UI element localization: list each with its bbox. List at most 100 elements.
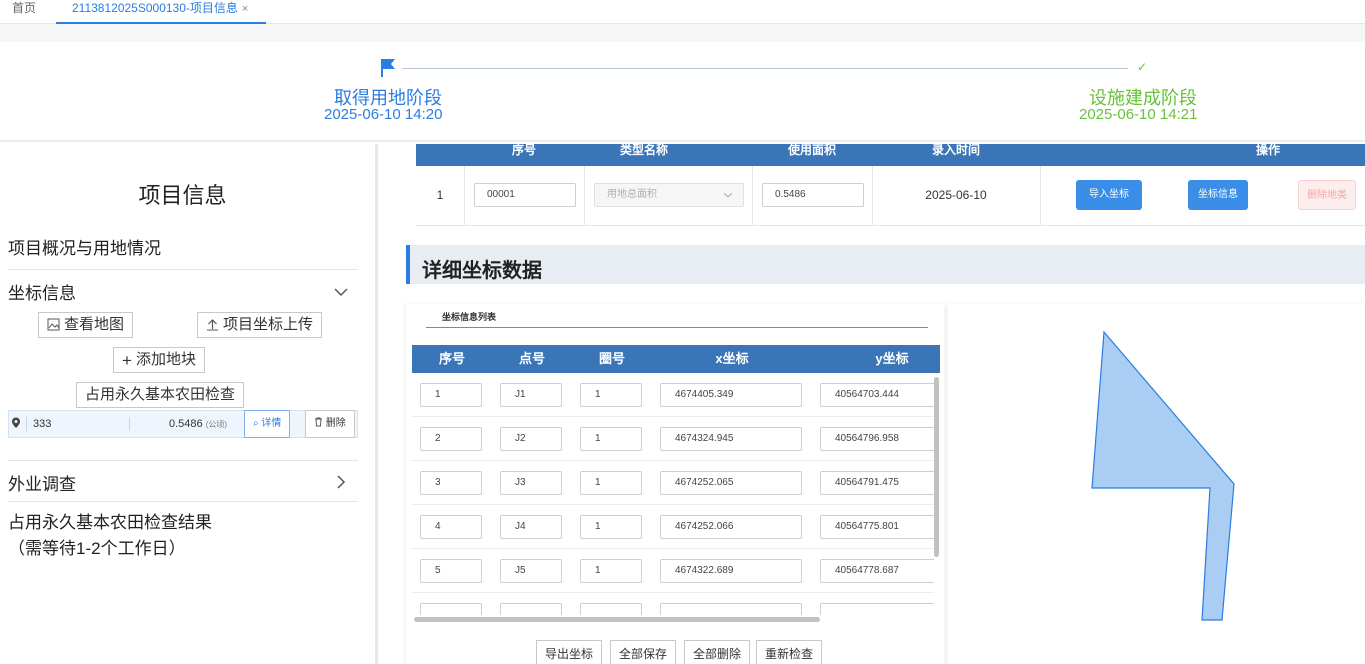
search-icon: ⌕ [253, 418, 259, 429]
upload-coords-label: 项目坐标上传 [223, 316, 314, 333]
type-select[interactable]: 用地总面积 [594, 183, 744, 207]
point-input[interactable] [500, 603, 562, 615]
point-input[interactable]: J3 [500, 471, 562, 495]
section-coords[interactable]: 坐标信息 [8, 279, 76, 304]
flag-icon [381, 59, 395, 77]
ring-input[interactable]: 1 [580, 383, 642, 407]
y-input[interactable]: 40564703.444 [820, 383, 934, 407]
x-input[interactable]: 4674405.349 [660, 383, 802, 407]
point-input[interactable]: J2 [500, 427, 562, 451]
farmland-check-button[interactable]: 占用永久基本农田检查 [76, 382, 245, 408]
plot-polygon[interactable] [1091, 330, 1235, 621]
y-input[interactable] [820, 603, 934, 615]
x-input[interactable] [660, 603, 802, 615]
divider [426, 327, 928, 328]
ring-input[interactable]: 1 [580, 559, 642, 583]
col-area: 使用面积 [787, 144, 836, 157]
y-input[interactable]: 40564796.958 [820, 427, 934, 451]
land-type-table-header: 序号 类型名称 使用面积 录入时间 操作 [416, 144, 1365, 166]
add-plot-button[interactable]: + 添加地块 [113, 347, 205, 373]
index-input[interactable]: 4 [420, 515, 482, 539]
chevron-down-icon [723, 192, 733, 198]
plot-area-unit: (公顷) [205, 420, 228, 429]
divider [464, 166, 465, 226]
y-input[interactable]: 40564778.687 [820, 559, 934, 583]
plot-polygon-map [1091, 330, 1235, 621]
x-input[interactable]: 4674322.689 [660, 559, 802, 583]
divider [129, 417, 130, 431]
point-input[interactable]: J4 [500, 515, 562, 539]
index-input[interactable]: 5 [420, 559, 482, 583]
x-input[interactable]: 4674252.066 [660, 515, 802, 539]
plot-name: 333 [33, 418, 52, 430]
coords-info-button[interactable]: 坐标信息 [1188, 180, 1248, 210]
index-input[interactable] [420, 603, 482, 615]
table-row: 1 J1 1 4674405.349 40564703.444 [412, 373, 934, 417]
coords-table-header: 序号 点号 圈号 x坐标 y坐标 [412, 345, 940, 373]
y-input[interactable]: 40564775.801 [820, 515, 934, 539]
export-coords-button[interactable]: 导出坐标 [536, 640, 603, 664]
type-select-value: 用地总面积 [607, 189, 657, 200]
tab-home[interactable]: 首页 [12, 0, 36, 24]
coords-table-body[interactable]: 1 J1 1 4674405.349 40564703.444 2 J2 1 4… [412, 373, 934, 615]
recheck-button[interactable]: 重新检查 [756, 640, 823, 664]
col-index: 序号 [438, 351, 465, 366]
import-coords-button[interactable]: 导入坐标 [1076, 180, 1142, 210]
plot-map-preview[interactable] [948, 304, 1365, 664]
point-input[interactable]: J1 [500, 383, 562, 407]
upload-icon [207, 319, 218, 331]
plot-delete-label: 删除 [325, 418, 346, 429]
save-all-button[interactable]: 全部保存 [610, 640, 677, 664]
view-map-label: 查看地图 [64, 316, 125, 333]
delete-land-type-button[interactable]: 删除地类 [1298, 180, 1356, 210]
plot-detail-button[interactable]: ⌕ 详情 [244, 410, 291, 438]
col-type-name: 类型名称 [619, 144, 668, 157]
x-input[interactable]: 4674252.065 [660, 471, 802, 495]
divider [752, 166, 753, 226]
table-row: 1 00001 用地总面积 0.5486 2025-06-10 导入坐标 坐标信… [416, 166, 1365, 226]
divider [8, 460, 358, 461]
section-header: 详细坐标数据 [406, 245, 1365, 284]
table-row: 4 J4 1 4674252.066 40564775.801 [412, 505, 934, 549]
plot-detail-label: 详情 [261, 418, 282, 429]
ring-input[interactable]: 1 [580, 515, 642, 539]
tab-project-info-label: 2113812025S000130-项目信息 [72, 1, 238, 15]
ring-input[interactable]: 1 [580, 471, 642, 495]
ring-input[interactable] [580, 603, 642, 615]
area-input[interactable]: 0.5486 [762, 183, 864, 207]
table-row: 3 J3 1 4674252.065 40564791.475 [412, 461, 934, 505]
tab-project-info[interactable]: 2113812025S000130-项目信息 × [56, 0, 266, 24]
close-icon[interactable]: × [242, 3, 248, 15]
index-input[interactable]: 2 [420, 427, 482, 451]
plus-icon: + [122, 351, 132, 370]
section-field-survey[interactable]: 外业调查 [8, 470, 76, 495]
divider [26, 417, 27, 431]
col-point: 点号 [518, 351, 545, 366]
check-icon: ✓ [1137, 60, 1148, 74]
entry-date: 2025-06-10 [925, 188, 987, 202]
stage-2-time: 2025-06-10 14:21 [1079, 106, 1198, 123]
index-input[interactable]: 3 [420, 471, 482, 495]
upload-coords-button[interactable]: 项目坐标上传 [197, 312, 323, 338]
index-input[interactable]: 1 [420, 383, 482, 407]
col-ring: 圈号 [598, 351, 625, 366]
plot-area: 0.5486 (公顷) [169, 418, 227, 430]
point-input[interactable]: J5 [500, 559, 562, 583]
plot-delete-button[interactable]: 删除 [305, 410, 355, 438]
trash-icon [315, 417, 322, 427]
location-pin-icon [12, 417, 20, 428]
view-map-button[interactable]: 查看地图 [38, 312, 134, 338]
section-title: 详细坐标数据 [422, 260, 542, 282]
y-input[interactable]: 40564791.475 [820, 471, 934, 495]
vertical-scrollbar[interactable] [934, 377, 939, 557]
x-input[interactable]: 4674324.945 [660, 427, 802, 451]
ring-input[interactable]: 1 [580, 427, 642, 451]
chevron-down-icon[interactable] [333, 284, 349, 300]
section-overview[interactable]: 项目概况与用地情况 [8, 234, 161, 259]
code-input[interactable]: 00001 [474, 183, 576, 207]
plot-list-item[interactable]: 333 0.5486 (公顷) ⌕ 详情 删除 [8, 410, 358, 438]
chevron-right-icon[interactable] [333, 474, 349, 490]
coords-list-card: 坐标信息列表 序号 点号 圈号 x坐标 y坐标 1 J1 1 4674405.3… [406, 304, 944, 664]
delete-all-button[interactable]: 全部删除 [684, 640, 751, 664]
horizontal-scrollbar[interactable] [414, 617, 820, 622]
